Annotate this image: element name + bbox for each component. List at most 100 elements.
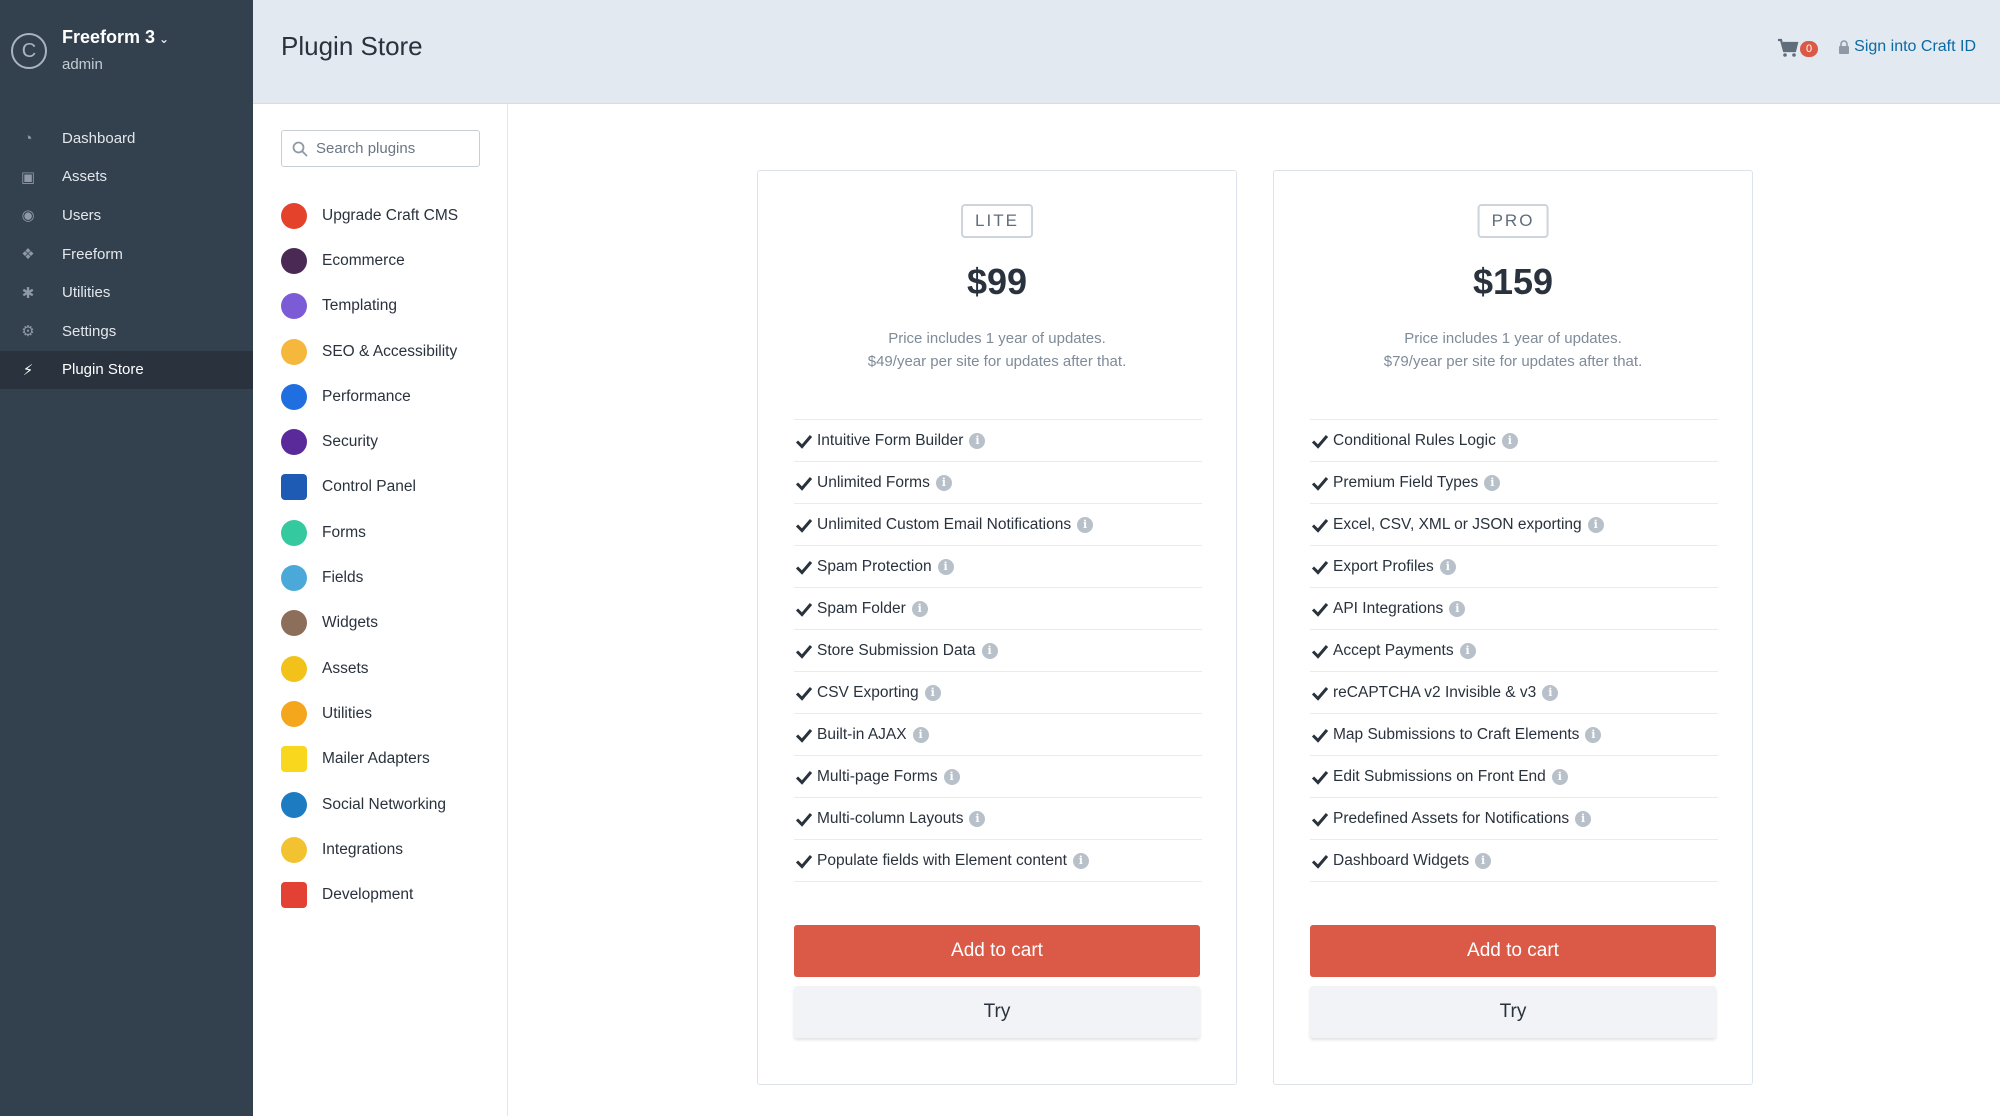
add-to-cart-button[interactable]: Add to cart [794,925,1200,977]
try-button[interactable]: Try [1310,986,1716,1038]
feature-row: Spam Protection i [794,546,1202,588]
feature-row: Excel, CSV, XML or JSON exporting i [1310,504,1718,546]
site-switcher[interactable]: C Freeform 3 ⌄ admin [0,0,253,102]
lock-icon [1839,40,1850,54]
category-item[interactable]: Development [281,872,501,917]
category-icon [281,474,307,501]
category-item[interactable]: Mailer Adapters [281,737,501,782]
check-icon [795,602,813,617]
global-sidebar: C Freeform 3 ⌄ admin ◔ Dashboard ▣ Assets ◉ Us… [0,0,253,1116]
feature-label: Built-in AJAX [817,725,907,743]
nav-item-label: Freeform [62,245,123,263]
feature-label: Premium Field Types [1333,473,1479,491]
info-icon[interactable]: i [911,600,928,617]
feature-label: Unlimited Custom Email Notifications [817,515,1072,533]
info-icon[interactable]: i [912,726,929,743]
info-icon[interactable]: i [935,474,952,491]
info-icon[interactable]: i [1585,726,1602,743]
feature-row: Spam Folder i [794,588,1202,630]
category-icon [281,565,307,592]
category-label: Upgrade Craft CMS [322,206,459,224]
category-item[interactable]: Ecommerce [281,238,501,283]
category-item[interactable]: Assets [281,646,501,691]
info-icon[interactable]: i [1077,516,1094,533]
search-input[interactable] [316,140,466,157]
feature-label: Populate fields with Element content [817,851,1067,869]
info-icon[interactable]: i [1542,684,1559,701]
info-icon[interactable]: i [969,432,986,449]
category-item[interactable]: Integrations [281,827,501,872]
info-icon[interactable]: i [1439,558,1456,575]
category-label: Control Panel [322,478,416,496]
feature-row: Map Submissions to Craft Elements i [1310,714,1718,756]
info-icon[interactable]: i [1459,642,1476,659]
category-item[interactable]: Security [281,419,501,464]
check-icon [1311,770,1329,785]
info-icon[interactable]: i [981,642,998,659]
feature-label: Accept Payments [1333,641,1454,659]
check-icon [795,812,813,827]
check-icon [795,728,813,743]
site-name[interactable]: Freeform 3 ⌄ [62,27,169,48]
page-title: Plugin Store [281,31,423,61]
sign-in-link[interactable]: Sign into Craft ID [1838,38,1976,56]
category-item[interactable]: Forms [281,510,501,555]
search-box[interactable] [281,130,480,167]
cart-icon [1778,38,1799,57]
category-item[interactable]: Templating [281,284,501,329]
nav-item-assets[interactable]: ▣ Assets [0,158,253,197]
feature-label: Conditional Rules Logic [1333,431,1496,449]
cart-button[interactable]: 0 [1777,38,1818,58]
category-item[interactable]: Performance [281,374,501,419]
feature-row: reCAPTCHA v2 Invisible & v3 i [1310,672,1718,714]
info-icon[interactable]: i [1484,474,1501,491]
info-icon[interactable]: i [924,684,941,701]
price-note-line: Price includes 1 year of updates. [1404,330,1622,347]
info-icon[interactable]: i [1501,432,1518,449]
feature-label: Multi-column Layouts [817,809,964,827]
try-button[interactable]: Try [794,986,1200,1038]
category-item[interactable]: Fields [281,555,501,600]
feature-label: Unlimited Forms [817,473,930,491]
info-icon[interactable]: i [943,768,960,785]
chevron-down-icon: ⌄ [159,32,170,46]
info-icon[interactable]: i [969,810,986,827]
category-item[interactable]: Control Panel [281,465,501,510]
add-to-cart-button[interactable]: Add to cart [1310,925,1716,977]
category-icon [281,429,307,456]
category-item[interactable]: Upgrade Craft CMS [281,193,501,238]
category-label: Performance [322,387,411,405]
category-item[interactable]: Utilities [281,691,501,736]
feature-label: Multi-page Forms [817,767,938,785]
feature-row: Edit Submissions on Front End i [1310,756,1718,798]
category-item[interactable]: Widgets [281,601,501,646]
nav-item-utilities[interactable]: ✱ Utilities [0,273,253,312]
info-icon[interactable]: i [1587,516,1604,533]
info-icon[interactable]: i [1575,810,1592,827]
feature-label: Edit Submissions on Front End [1333,767,1546,785]
wrench-icon: ✱ [21,284,35,302]
category-label: SEO & Accessibility [322,342,458,360]
check-icon [1311,476,1329,491]
info-icon[interactable]: i [1475,852,1492,869]
nav-item-dashboard[interactable]: ◔ Dashboard [0,119,253,158]
info-icon[interactable]: i [937,558,954,575]
category-icon [281,383,307,410]
category-item[interactable]: SEO & Accessibility [281,329,501,374]
info-icon[interactable]: i [1072,852,1089,869]
nav-item-freeform[interactable]: ❖ Freeform [0,235,253,274]
feature-label: CSV Exporting [817,683,919,701]
nav-item-settings[interactable]: ⚙ Settings [0,312,253,351]
price-note-line: Price includes 1 year of updates. [888,330,1106,347]
check-icon [1311,602,1329,617]
info-icon[interactable]: i [1449,600,1466,617]
category-label: Fields [322,569,364,587]
category-item[interactable]: Social Networking [281,782,501,827]
feature-list: Intuitive Form Builder i Unlimited Forms i U… [794,419,1202,882]
craft-logo-icon: C [11,33,47,69]
nav-item-users[interactable]: ◉ Users [0,196,253,235]
info-icon[interactable]: i [1551,768,1568,785]
nav-item-plugin-store[interactable]: ⚡ Plugin Store [0,350,253,390]
price-note-line: $49/year per site for updates after that… [867,353,1127,370]
check-icon [795,854,813,869]
